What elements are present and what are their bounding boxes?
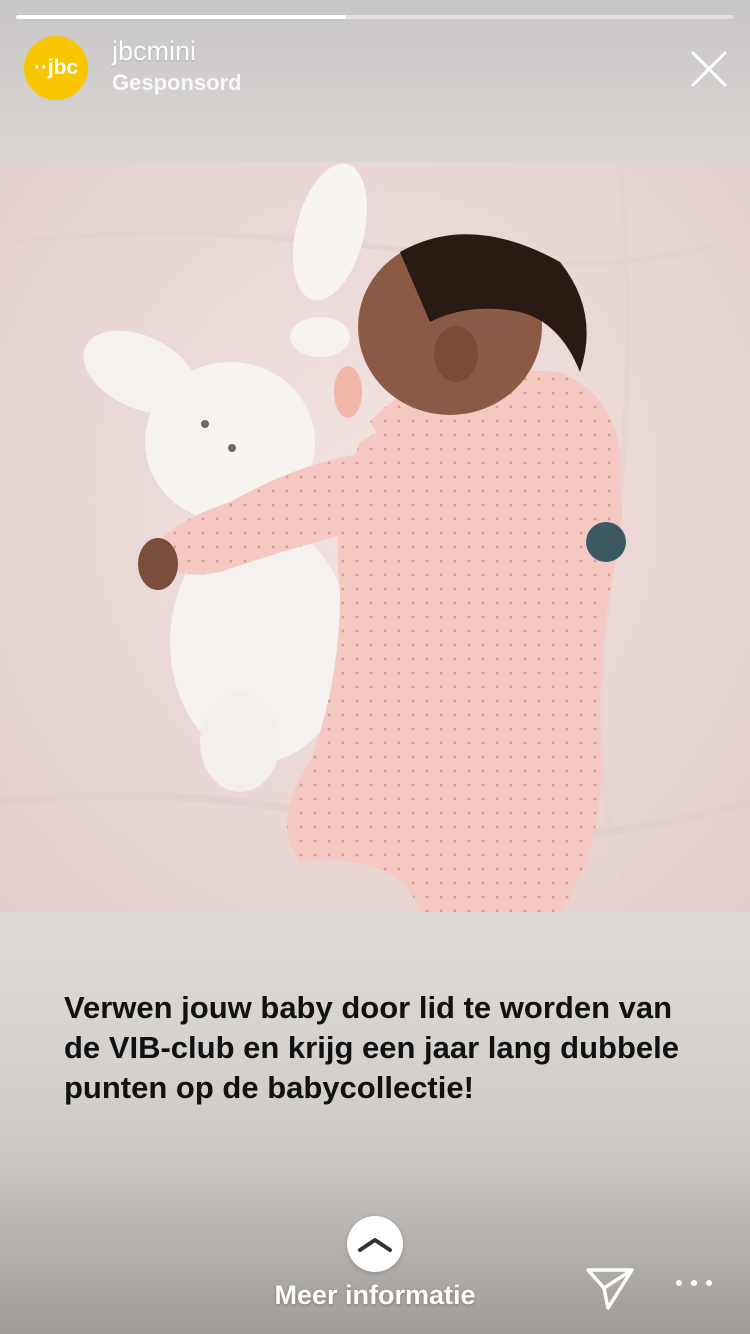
story-progress-bar <box>16 15 734 19</box>
chevron-up-icon <box>358 1238 392 1252</box>
ellipsis-icon <box>676 1280 682 1286</box>
close-icon <box>691 51 727 87</box>
swipe-up-button[interactable] <box>347 1216 403 1272</box>
account-name[interactable]: jbcmini <box>112 36 196 67</box>
story-caption: Verwen jouw baby door lid te worden van … <box>64 990 679 1105</box>
sleeping-baby-with-bunny-illustration <box>0 162 750 912</box>
ellipsis-icon <box>706 1280 712 1286</box>
more-info-link[interactable]: Meer informatie <box>0 1280 750 1311</box>
sponsored-label: Gesponsord <box>112 70 242 95</box>
story-photo[interactable] <box>0 162 750 912</box>
more-options-button[interactable] <box>676 1276 712 1290</box>
account-avatar[interactable]: ··jbc <box>24 36 88 100</box>
story-container[interactable]: ··jbc jbcmini Gesponsord Verwen jouw bab… <box>0 0 750 1334</box>
avatar-logo-text: ··jbc <box>33 56 79 79</box>
story-progress-fill <box>16 15 347 19</box>
share-button[interactable] <box>584 1264 636 1312</box>
close-button[interactable] <box>686 46 732 92</box>
paper-plane-icon <box>586 1268 634 1310</box>
ellipsis-icon <box>691 1280 697 1286</box>
